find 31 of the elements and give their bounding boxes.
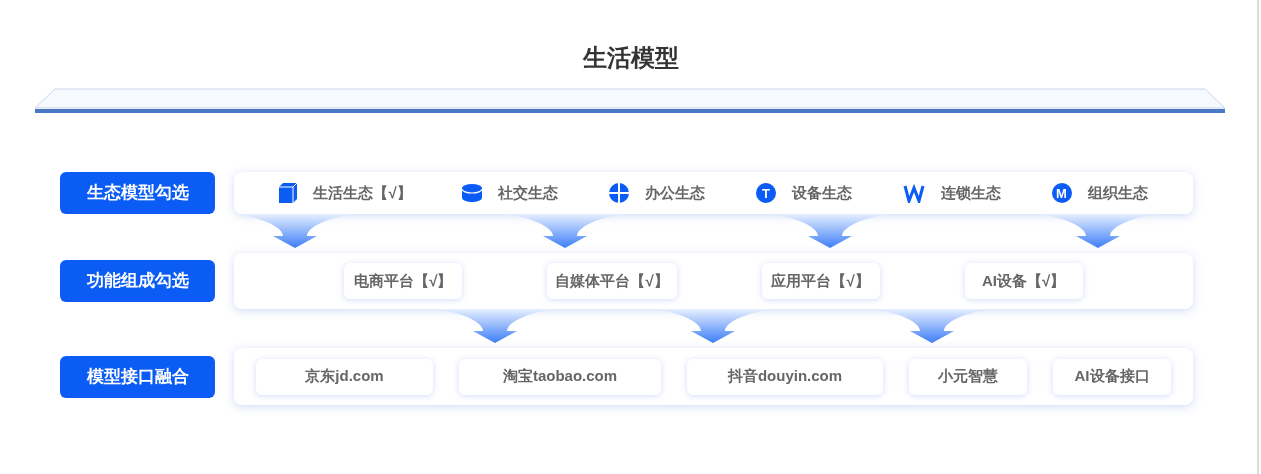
ecosystem-label: 设备生态 [791, 182, 852, 203]
option-chip: AI设备接口 [1053, 358, 1171, 395]
option-chip: 自媒体平台【√】 [547, 263, 677, 299]
ecosystem-label: 组织生态 [1087, 182, 1148, 203]
letter-icon: M [1051, 183, 1072, 203]
option-chip: AI设备【√】 [964, 263, 1083, 299]
down-arrow-icon [1038, 214, 1158, 248]
ecosystem-label: 办公生态 [645, 182, 706, 203]
row-label: 功能组成勾选 [60, 260, 215, 302]
row-label: 生态模型勾选 [60, 172, 215, 214]
option-chip: 京东jd.com [256, 358, 433, 395]
down-arrow-icon [435, 309, 555, 343]
database-icon [462, 184, 483, 202]
ecosystem-label: 生活生态【√】 [313, 182, 412, 203]
page-title: 生活模型 [582, 43, 679, 73]
row-label: 模型接口融合 [60, 355, 215, 398]
option-chip: 淘宝taobao.com [459, 358, 661, 395]
ecosystem-label: 连锁生态 [940, 182, 1001, 203]
down-arrow-icon [653, 309, 773, 343]
option-chip: 应用平台【√】 [761, 263, 880, 299]
letter-icon: T [755, 183, 776, 203]
ecosystem-label: 社交生态 [498, 182, 559, 203]
option-chip: 抖音douyin.com [687, 358, 883, 395]
wave-icon [902, 183, 925, 203]
down-arrow-icon [770, 214, 890, 248]
down-arrow-icon [235, 214, 355, 248]
crosshair-icon [609, 183, 630, 203]
cube-icon [279, 183, 298, 203]
option-chip: 小元智慧 [909, 358, 1027, 395]
down-arrow-icon [872, 309, 992, 343]
option-chip: 电商平台【√】 [344, 263, 463, 299]
